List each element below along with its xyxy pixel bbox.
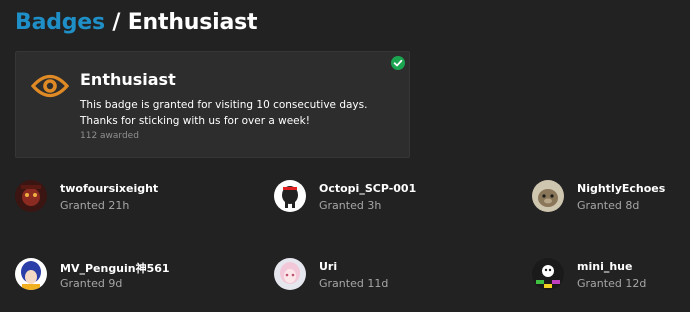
granted-time: Granted 3h — [319, 199, 382, 212]
username[interactable]: mini_hue — [577, 260, 632, 273]
username[interactable]: MV_Penguin神561 — [60, 260, 170, 276]
granted-time: Granted 21h — [60, 199, 130, 212]
avatar[interactable] — [532, 180, 564, 212]
check-circle-icon — [391, 56, 405, 70]
breadcrumb-current: Enthusiast — [127, 10, 258, 35]
username[interactable]: NightlyEchoes — [577, 182, 665, 195]
page-title: Badges / Enthusiast — [15, 10, 258, 35]
avatar[interactable] — [532, 258, 564, 290]
granted-time: Granted 11d — [319, 277, 389, 290]
badge-card: Enthusiast This badge is granted for vis… — [15, 51, 410, 158]
breadcrumb-badges-link[interactable]: Badges — [15, 10, 105, 35]
avatar[interactable] — [15, 180, 47, 212]
eye-icon — [31, 74, 69, 98]
granted-user[interactable]: NightlyEchoes Granted 8d — [532, 180, 690, 216]
granted-user[interactable]: Octopi_SCP-001 Granted 3h — [274, 180, 514, 216]
avatar[interactable] — [274, 180, 306, 212]
badge-description: This badge is granted for visiting 10 co… — [80, 99, 368, 127]
breadcrumb-separator: / — [112, 10, 121, 35]
avatar[interactable] — [15, 258, 47, 290]
granted-time: Granted 9d — [60, 277, 123, 290]
granted-user[interactable]: Uri Granted 11d — [274, 258, 514, 294]
username[interactable]: twofoursixeight — [60, 182, 158, 195]
badge-name: Enthusiast — [80, 70, 176, 89]
granted-user[interactable]: mini_hue Granted 12d — [532, 258, 690, 294]
granted-time: Granted 12d — [577, 277, 647, 290]
username[interactable]: Uri — [319, 260, 337, 273]
granted-time: Granted 8d — [577, 199, 640, 212]
granted-user[interactable]: twofoursixeight Granted 21h — [15, 180, 255, 216]
username[interactable]: Octopi_SCP-001 — [319, 182, 416, 195]
granted-user[interactable]: MV_Penguin神561 Granted 9d — [15, 258, 255, 294]
avatar[interactable] — [274, 258, 306, 290]
badge-awarded-count: 112 awarded — [80, 131, 139, 141]
